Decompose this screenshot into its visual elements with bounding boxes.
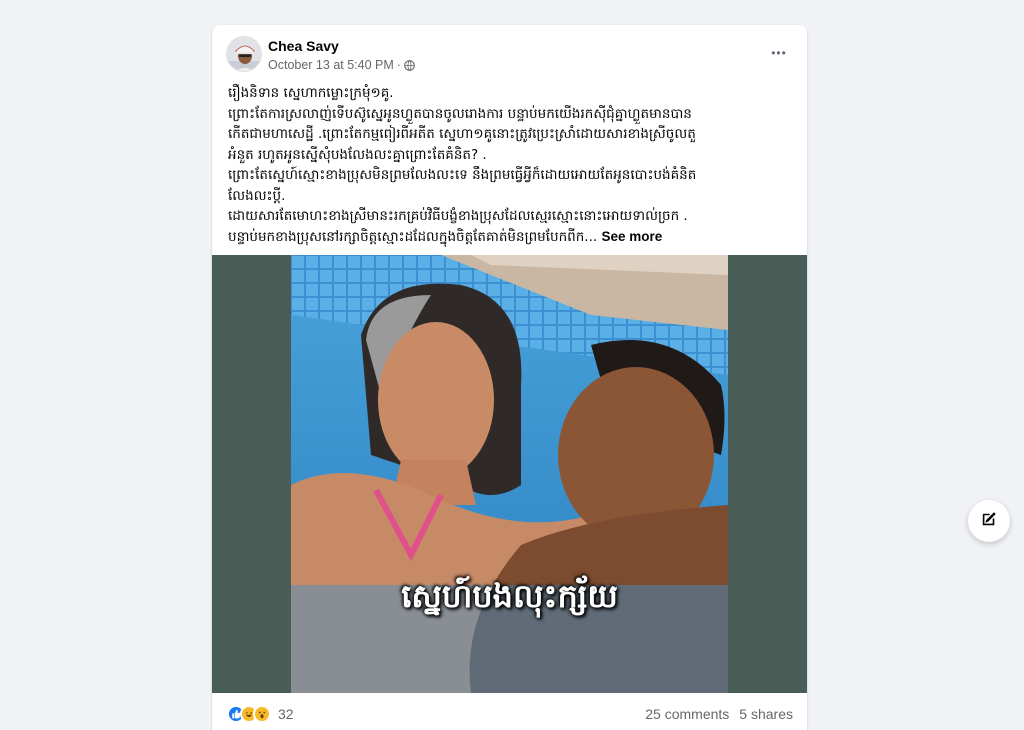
- post-text-line: ដោយសារតែមោហះខាងស្រីមានះរកគ្រប់វិធីបង្ខំខ…: [228, 208, 688, 224]
- post-timestamp[interactable]: October 13 at 5:40 PM: [268, 58, 394, 72]
- comments-count-link[interactable]: 25 comments: [645, 706, 729, 722]
- post-meta: October 13 at 5:40 PM ·: [268, 58, 415, 72]
- post-text-line: កើតជាមហាសេដ្ឋី .ព្រោះតែកម្មពៀរពីអតីត ស្ន…: [228, 126, 696, 142]
- author-name[interactable]: Chea Savy: [268, 38, 339, 54]
- post-text-line: លែងលះប្តី.: [228, 187, 286, 204]
- feed-post: Chea Savy October 13 at 5:40 PM · ••• រឿ…: [212, 25, 807, 730]
- post-text-line-last: បន្ទាប់មកខាងប្រុសនៅរក្សាចិត្តស្មោះដដែលក្…: [228, 227, 793, 248]
- see-more-link[interactable]: See more: [601, 229, 662, 244]
- post-text-line: ព្រោះតែស្នេហ៍ស្មោះខាងប្រុសមិនព្រមលែងលះទេ…: [228, 167, 697, 183]
- reaction-count: 32: [278, 706, 294, 722]
- post-text-line: រឿងនិទាន ស្នេហាកម្លោះក្រមុំ១គូ.: [228, 85, 394, 101]
- more-options-button[interactable]: •••: [765, 39, 793, 67]
- post-image[interactable]: ស្នេហ៍បងលុះក្ស័យ: [212, 255, 807, 693]
- image-caption: ស្នេហ៍បងលុះក្ស័យ: [401, 577, 618, 615]
- post-text-line: អំនួត រហូតអូនស្នើសុំបងលែងលះគ្នាព្រោះតែគំ…: [228, 146, 487, 163]
- reactions-summary[interactable]: 32: [227, 705, 294, 723]
- post-text-line: ព្រោះតែការស្រលាញ់ទើបស៊ូស្នេអូនហ្លួតបានចូ…: [228, 105, 692, 122]
- wow-reaction-icon: [253, 705, 271, 723]
- globe-icon[interactable]: [404, 59, 415, 71]
- edit-icon: [980, 510, 998, 533]
- shares-count-link[interactable]: 5 shares: [739, 706, 793, 722]
- new-message-button[interactable]: [968, 500, 1010, 542]
- post-header: Chea Savy October 13 at 5:40 PM · •••: [212, 25, 807, 83]
- post-text: រឿងនិទាន ស្នេហាកម្លោះក្រមុំ១គូ. ព្រោះតែក…: [228, 83, 793, 247]
- post-footer: 32 25 comments 5 shares: [212, 693, 807, 730]
- meta-separator: ·: [396, 58, 401, 72]
- more-options-icon: •••: [771, 46, 787, 60]
- author-avatar[interactable]: [226, 36, 262, 72]
- post-text-line: បន្ទាប់មកខាងប្រុសនៅរក្សាចិត្តស្មោះដដែលក្…: [228, 228, 598, 245]
- post-stats: 25 comments 5 shares: [645, 706, 793, 722]
- post-photo[interactable]: [291, 255, 728, 693]
